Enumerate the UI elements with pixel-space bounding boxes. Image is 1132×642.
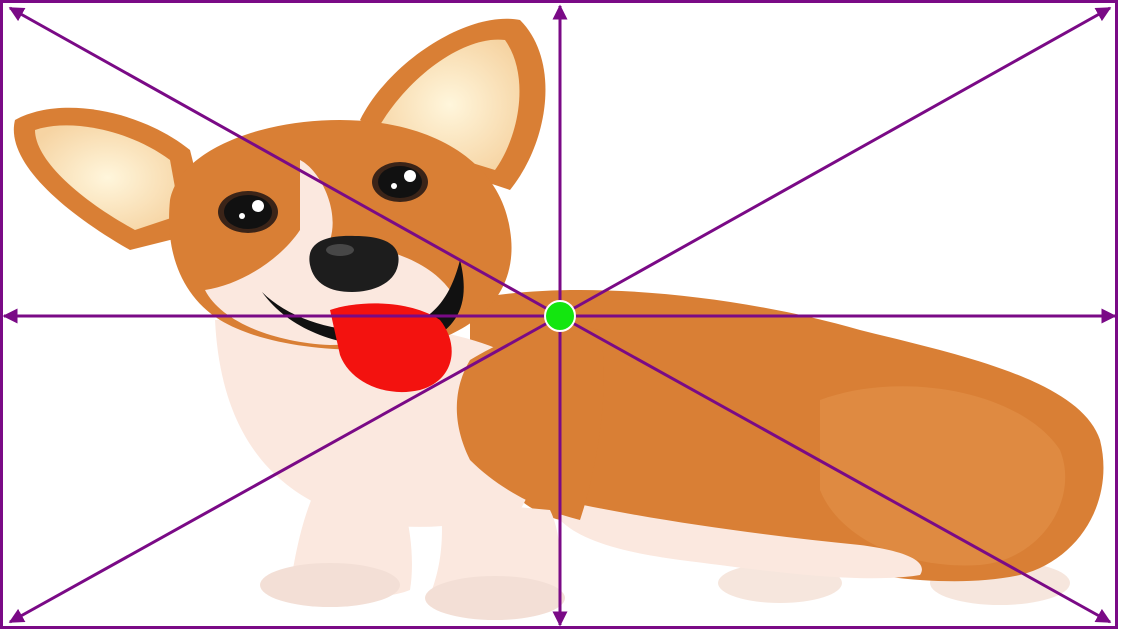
front-left-paw (260, 563, 400, 607)
right-eye (372, 162, 428, 202)
left-eye (218, 191, 278, 233)
annotated-image (0, 0, 1118, 629)
nose-highlight (326, 244, 354, 256)
image-canvas (0, 0, 1132, 642)
front-right-paw (425, 576, 565, 620)
center-marker (544, 300, 576, 332)
arrow-up-right (559, 6, 1112, 318)
